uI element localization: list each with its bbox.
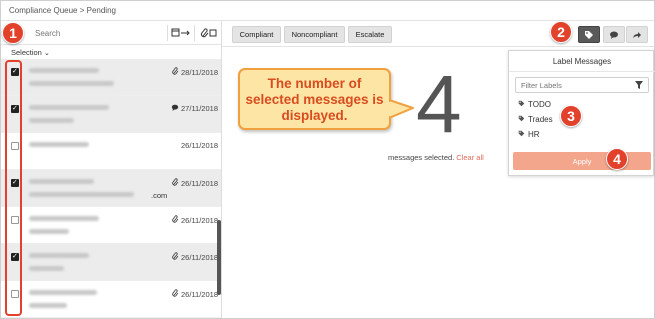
paperclip-icon xyxy=(172,67,179,77)
message-date-text: 26/11/2018 xyxy=(181,253,218,262)
selected-status-label: messages selected. xyxy=(388,153,455,162)
redacted-sender xyxy=(29,253,89,258)
comment-icon xyxy=(610,31,618,39)
redacted-subject xyxy=(29,229,69,234)
forward-icon xyxy=(633,31,641,38)
message-date: 26/11/2018 xyxy=(172,178,218,188)
compliant-button[interactable]: Compliant xyxy=(232,26,281,43)
message-date-text: 26/11/2018 xyxy=(181,290,218,299)
label-name: TODO xyxy=(528,100,551,109)
search-bar xyxy=(1,21,221,45)
chevron-down-icon: ⌄ xyxy=(43,50,50,57)
search-input[interactable] xyxy=(35,25,167,41)
paperclip-icon xyxy=(172,252,179,262)
message-date: 27/11/2018 xyxy=(171,104,218,113)
paperclip-icon xyxy=(172,178,179,188)
message-date-text: 26/11/2018 xyxy=(181,141,218,150)
dropdown-title: Label Messages xyxy=(552,57,612,66)
breadcrumb: Compliance Queue > Pending xyxy=(9,6,116,15)
redacted-subject xyxy=(29,118,74,123)
attachment-filter-icon xyxy=(200,28,216,38)
message-list-pane: Selection ⌄ 28/11/2018 27/11/2018 26/11/20… xyxy=(1,21,222,318)
escalate-button[interactable]: Escalate xyxy=(348,26,392,43)
message-row[interactable]: 26/11/2018 .com xyxy=(1,170,221,207)
redacted-sender xyxy=(29,68,99,73)
tag-icon xyxy=(518,115,525,124)
tag-icon xyxy=(518,130,525,139)
selection-label: Selection xyxy=(11,48,42,57)
paperclip-icon xyxy=(172,215,179,225)
message-date: 26/11/2018 xyxy=(172,289,218,299)
step-badge-3: 3 xyxy=(560,105,582,127)
label-name: Trades xyxy=(528,115,553,124)
redacted-sender xyxy=(29,142,89,147)
label-name: HR xyxy=(528,130,540,139)
annotation-callout: The number of selected messages is displ… xyxy=(238,68,391,130)
redacted-subject xyxy=(29,303,67,308)
message-date-text: 27/11/2018 xyxy=(181,104,218,113)
calendar-range-button[interactable] xyxy=(167,25,194,41)
forward-button[interactable] xyxy=(626,26,648,43)
message-row[interactable]: 26/11/2018 xyxy=(1,207,221,244)
clear-all-link[interactable]: Clear all xyxy=(456,153,484,162)
message-date: 26/11/2018 xyxy=(172,252,218,262)
tag-icon xyxy=(585,30,593,39)
message-date: 26/11/2018 xyxy=(181,141,218,150)
comment-icon xyxy=(171,104,179,113)
message-row[interactable]: 26/11/2018 xyxy=(1,281,221,318)
message-date-text: 26/11/2018 xyxy=(181,216,218,225)
list-scrollbar[interactable] xyxy=(217,220,221,295)
callout-pointer xyxy=(389,99,414,119)
redacted-sender xyxy=(29,290,97,295)
message-extra-text: .com xyxy=(151,191,168,200)
filter-labels-field[interactable] xyxy=(515,77,649,93)
label-option[interactable]: Trades xyxy=(518,115,553,124)
redacted-sender xyxy=(29,179,94,184)
message-row[interactable]: 26/11/2018 xyxy=(1,244,221,281)
message-date: 26/11/2018 xyxy=(172,215,218,225)
selected-status: messages selected. Clear all xyxy=(388,153,484,162)
attachment-filter-button[interactable] xyxy=(194,25,221,41)
header-bar: Compliance Queue > Pending xyxy=(1,1,654,21)
calendar-icon xyxy=(171,28,190,37)
label-option[interactable]: HR xyxy=(518,130,540,139)
label-button[interactable] xyxy=(578,26,600,43)
paperclip-icon xyxy=(172,289,179,299)
redacted-subject xyxy=(29,266,64,271)
message-date-text: 28/11/2018 xyxy=(181,68,218,77)
filter-labels-input[interactable] xyxy=(521,80,631,91)
divider xyxy=(509,71,655,72)
tag-icon xyxy=(518,100,525,109)
noncompliant-button[interactable]: Noncompliant xyxy=(284,26,345,43)
step-badge-1: 1 xyxy=(2,22,24,44)
apply-button[interactable]: Apply xyxy=(513,152,651,170)
redacted-subject xyxy=(29,192,134,197)
message-date: 28/11/2018 xyxy=(172,67,218,77)
action-toolbar: Compliant Noncompliant Escalate xyxy=(222,21,654,47)
redacted-sender xyxy=(29,105,109,110)
selection-dropdown[interactable]: Selection ⌄ xyxy=(11,48,50,57)
comment-button[interactable] xyxy=(603,26,625,43)
selected-count: 4 xyxy=(416,59,462,150)
message-row[interactable]: 28/11/2018 xyxy=(1,59,221,96)
redacted-sender xyxy=(29,216,99,221)
step-badge-4: 4 xyxy=(606,148,628,170)
message-list: 28/11/201827/11/201826/11/201826/11/2018… xyxy=(1,59,221,318)
message-row[interactable]: 27/11/2018 xyxy=(1,96,221,133)
filter-icon xyxy=(635,81,643,89)
label-option[interactable]: TODO xyxy=(518,100,551,109)
redacted-subject xyxy=(29,81,114,86)
message-row[interactable]: 26/11/2018 xyxy=(1,133,221,170)
step-badge-2: 2 xyxy=(550,21,572,43)
checkbox-column-highlight xyxy=(5,60,22,316)
message-date-text: 26/11/2018 xyxy=(181,179,218,188)
